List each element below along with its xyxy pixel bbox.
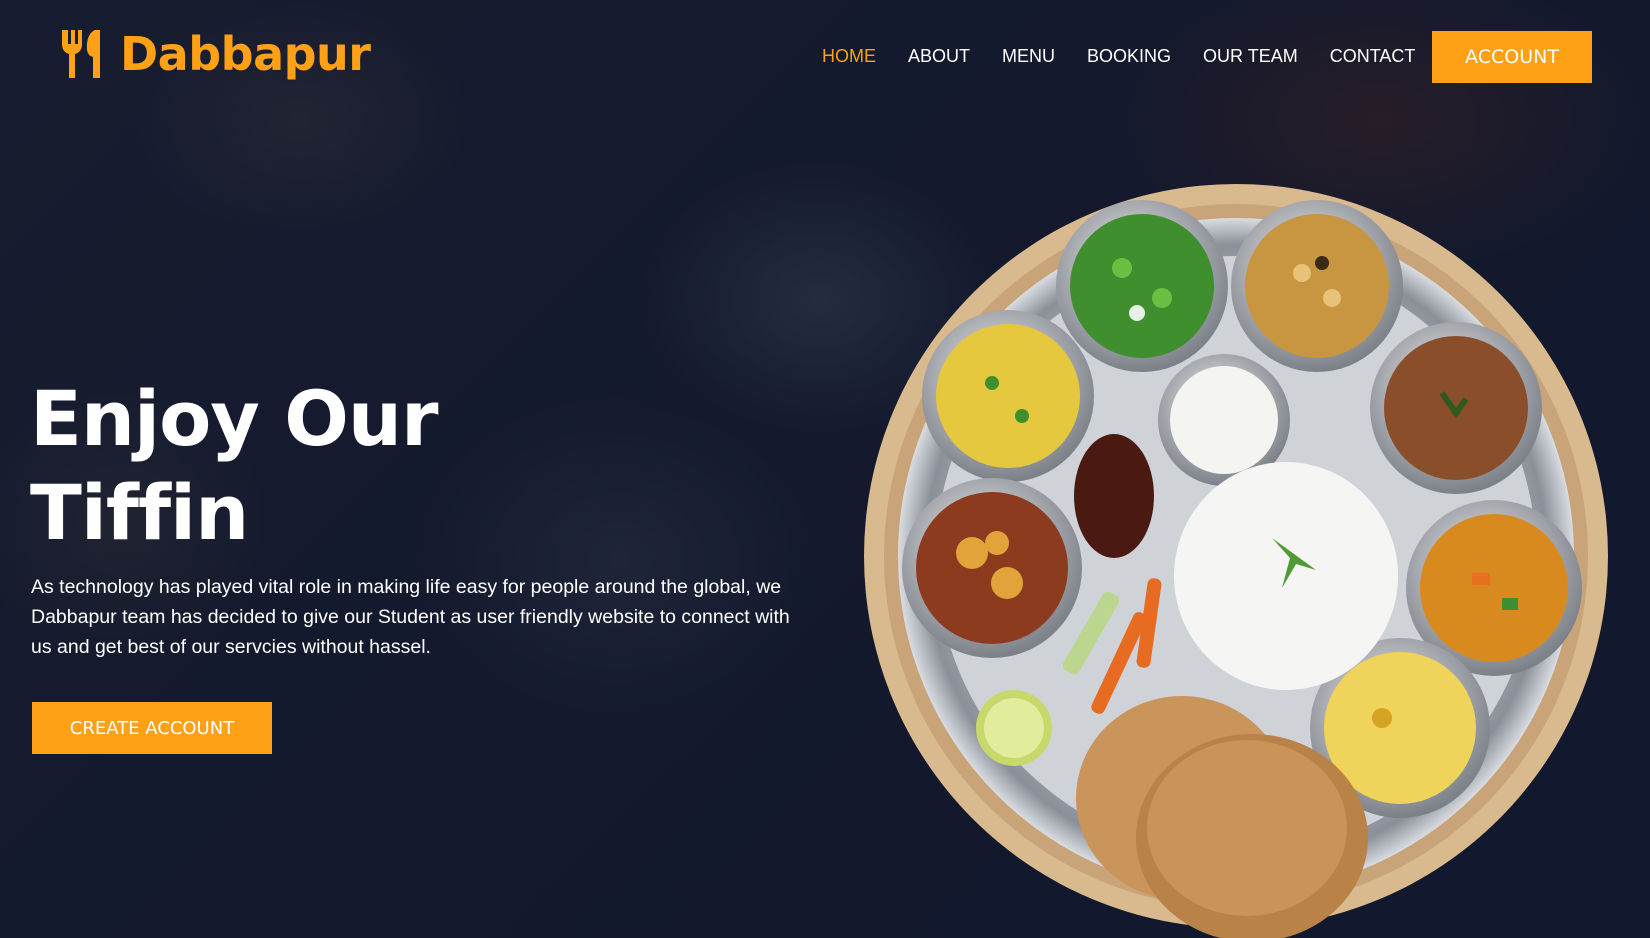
hero-section: Dabbapur HOME ABOUT MENU BOOKING OUR TEA… (0, 0, 1650, 938)
gulab-jamun (1074, 434, 1154, 558)
hero-title-line1: Enjoy Our (30, 374, 438, 463)
nav-item-contact[interactable]: CONTACT (1330, 44, 1416, 68)
nav-item-home[interactable]: HOME (822, 44, 876, 68)
hero-title: Enjoy Our Tiffin (30, 372, 550, 560)
account-button[interactable]: ACCOUNT (1432, 31, 1592, 83)
bowl-potato (922, 310, 1094, 482)
utensils-icon (62, 30, 100, 78)
nav-item-menu[interactable]: MENU (1002, 44, 1055, 68)
nav-item-about[interactable]: ABOUT (908, 44, 970, 68)
bowl-cauliflower (902, 478, 1082, 658)
hero-description: As technology has played vital role in m… (31, 576, 790, 658)
bowl-soup (1370, 322, 1542, 494)
bowl-chickpeas (1231, 200, 1403, 372)
hero-title-line2: Tiffin (30, 468, 249, 557)
thali-plate-image (864, 184, 1608, 938)
main-nav: HOME ABOUT MENU BOOKING OUR TEAM CONTACT (822, 44, 1447, 68)
navbar: Dabbapur HOME ABOUT MENU BOOKING OUR TEA… (0, 0, 1650, 112)
bowl-beans (1056, 200, 1228, 372)
brand-name: Dabbapur (120, 27, 371, 81)
create-account-button[interactable]: CREATE ACCOUNT (32, 702, 272, 754)
nav-item-our-team[interactable]: OUR TEAM (1203, 44, 1298, 68)
brand-logo[interactable]: Dabbapur (60, 26, 371, 82)
nav-item-booking[interactable]: BOOKING (1087, 44, 1171, 68)
